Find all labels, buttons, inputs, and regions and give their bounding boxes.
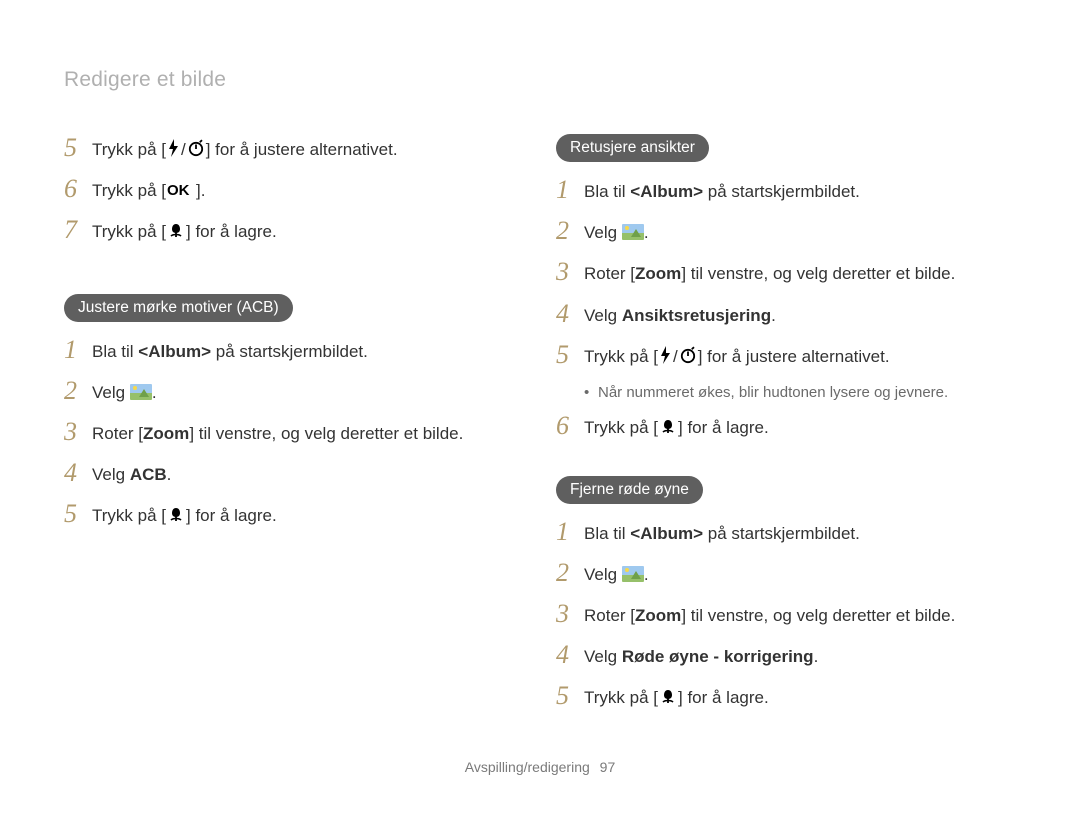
step-number: 5 — [64, 134, 92, 163]
step-number: 4 — [556, 300, 584, 329]
step: 4Velg Røde øyne - korrigering. — [556, 641, 1016, 670]
bold-text: <Album> — [630, 524, 703, 543]
bold-text: Røde øyne - korrigering — [622, 647, 814, 666]
intro-steps: 5Trykk på [/] for å justere alternativet… — [64, 134, 524, 246]
step-number: 2 — [556, 217, 584, 246]
step-number: 2 — [64, 377, 92, 406]
content-columns: 5Trykk på [/] for å justere alternativet… — [64, 134, 1016, 739]
step: 3Roter [Zoom] til venstre, og velg deret… — [556, 258, 1016, 287]
step-text: Bla til <Album> på startskjermbildet. — [584, 176, 1016, 205]
timer-icon — [678, 346, 698, 364]
step-text: Trykk på [] for å lagre. — [584, 412, 1016, 441]
step-text: Roter [Zoom] til venstre, og velg derett… — [584, 600, 1016, 629]
section-heading-retouch-faces: Retusjere ansikter — [556, 134, 709, 162]
step-text: Bla til <Album> på startskjermbildet. — [584, 518, 1016, 547]
step-text: Velg Ansiktsretusjering. — [584, 300, 1016, 329]
step-text: Roter [Zoom] til venstre, og velg derett… — [92, 418, 524, 447]
flash-icon — [166, 139, 181, 157]
section-heading-red-eye: Fjerne røde øyne — [556, 476, 703, 504]
step-number: 6 — [556, 412, 584, 441]
landscape-icon — [622, 566, 644, 582]
step-number: 1 — [556, 176, 584, 205]
step: 2Velg . — [556, 217, 1016, 246]
svg-text:OK: OK — [167, 182, 190, 198]
step-number: 3 — [64, 418, 92, 447]
step-text: Velg ACB. — [92, 459, 524, 488]
step-number: 7 — [64, 216, 92, 245]
bold-text: <Album> — [630, 182, 703, 201]
step-text: Trykk på [/] for å justere alternativet. — [92, 134, 524, 163]
step: 4Velg ACB. — [64, 459, 524, 488]
timer-icon — [186, 139, 206, 157]
step-number: 5 — [556, 341, 584, 370]
footer-section-label: Avspilling/redigering — [465, 759, 590, 775]
ok-icon: OK — [166, 182, 196, 198]
acb-steps: 1Bla til <Album> på startskjermbildet.2V… — [64, 336, 524, 530]
flash-icon — [658, 346, 673, 364]
left-column: 5Trykk på [/] for å justere alternativet… — [64, 134, 524, 739]
landscape-icon — [130, 384, 152, 400]
step-text: Roter [Zoom] til venstre, og velg derett… — [584, 258, 1016, 287]
red-eye-steps: 1Bla til <Album> på startskjermbildet.2V… — [556, 518, 1016, 712]
bold-text: <Album> — [138, 342, 211, 361]
step-text: Trykk på [OK]. — [92, 175, 524, 204]
landscape-icon — [622, 224, 644, 240]
step: 2Velg . — [556, 559, 1016, 588]
bullet-dot: • — [584, 382, 598, 405]
step: 3Roter [Zoom] til venstre, og velg deret… — [64, 418, 524, 447]
retouch-note: • Når nummeret økes, blir hudtonen lyser… — [584, 382, 1016, 405]
bold-text: Zoom — [143, 424, 189, 443]
bold-text: ACB — [130, 465, 167, 484]
step: 5Trykk på [] for å lagre. — [64, 500, 524, 529]
step: 5Trykk på [/] for å justere alternativet… — [556, 341, 1016, 370]
macro-icon — [658, 417, 678, 435]
footer-page-number: 97 — [600, 759, 616, 775]
step-text: Trykk på [] for å lagre. — [92, 216, 524, 245]
step-number: 5 — [64, 500, 92, 529]
bold-text: Ansiktsretusjering — [622, 306, 771, 325]
manual-page: Redigere et bilde 5Trykk på [/] for å ju… — [0, 0, 1080, 815]
step: 3Roter [Zoom] til venstre, og velg deret… — [556, 600, 1016, 629]
macro-icon — [166, 221, 186, 239]
step: 7Trykk på [] for å lagre. — [64, 216, 524, 245]
step-text: Trykk på [] for å lagre. — [92, 500, 524, 529]
step: 1Bla til <Album> på startskjermbildet. — [556, 176, 1016, 205]
step-text: Velg . — [92, 377, 524, 406]
step-number: 1 — [64, 336, 92, 365]
step-number: 1 — [556, 518, 584, 547]
step: 2Velg . — [64, 377, 524, 406]
step: 1Bla til <Album> på startskjermbildet. — [64, 336, 524, 365]
step: 6Trykk på [] for å lagre. — [556, 412, 1016, 441]
step: 1Bla til <Album> på startskjermbildet. — [556, 518, 1016, 547]
retouch-note-text: Når nummeret økes, blir hudtonen lysere … — [598, 382, 948, 405]
step: 5Trykk på [] for å lagre. — [556, 682, 1016, 711]
step-number: 3 — [556, 258, 584, 287]
step-number: 2 — [556, 559, 584, 588]
step-number: 4 — [64, 459, 92, 488]
page-footer: Avspilling/redigering 97 — [64, 739, 1016, 775]
step-number: 5 — [556, 682, 584, 711]
page-title: Redigere et bilde — [64, 68, 1016, 92]
step-text: Velg . — [584, 559, 1016, 588]
macro-icon — [658, 687, 678, 705]
step-text: Trykk på [] for å lagre. — [584, 682, 1016, 711]
step: 5Trykk på [/] for å justere alternativet… — [64, 134, 524, 163]
step: 6Trykk på [OK]. — [64, 175, 524, 204]
retouch-faces-steps-after: 6Trykk på [] for å lagre. — [556, 412, 1016, 441]
retouch-faces-steps: 1Bla til <Album> på startskjermbildet.2V… — [556, 176, 1016, 370]
bold-text: Zoom — [635, 264, 681, 283]
step-text: Velg . — [584, 217, 1016, 246]
step: 4Velg Ansiktsretusjering. — [556, 300, 1016, 329]
step-text: Velg Røde øyne - korrigering. — [584, 641, 1016, 670]
step-number: 4 — [556, 641, 584, 670]
step-text: Trykk på [/] for å justere alternativet. — [584, 341, 1016, 370]
step-text: Bla til <Album> på startskjermbildet. — [92, 336, 524, 365]
right-column: Retusjere ansikter 1Bla til <Album> på s… — [556, 134, 1016, 739]
step-number: 3 — [556, 600, 584, 629]
section-heading-acb: Justere mørke motiver (ACB) — [64, 294, 293, 322]
bold-text: Zoom — [635, 606, 681, 625]
step-number: 6 — [64, 175, 92, 204]
macro-icon — [166, 505, 186, 523]
